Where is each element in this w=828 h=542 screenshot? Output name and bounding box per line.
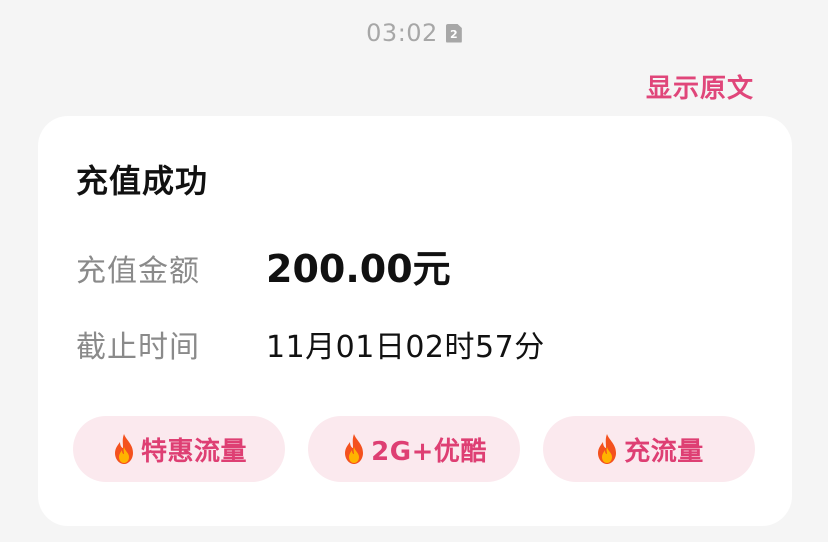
card-title: 充值成功 — [76, 162, 209, 200]
action-label: 特惠流量 — [140, 436, 247, 467]
sim-slot-number: 2 — [450, 27, 458, 41]
show-original-link[interactable]: 显示原文 — [646, 68, 754, 105]
action-button-recharge-data[interactable]: 充流量 — [543, 416, 755, 482]
action-label: 充流量 — [624, 436, 704, 467]
recharge-card: 充值成功 充值金额 200.00元 截止时间 11月01日02时57分 特惠流量… — [38, 116, 792, 526]
amount-value: 200.00元 — [266, 247, 451, 291]
fire-icon — [598, 434, 617, 464]
deadline-value: 11月01日02时57分 — [266, 330, 545, 365]
message-timestamp: 03:02 2 — [0, 16, 828, 50]
action-label: 2G+优酷 — [371, 436, 487, 467]
fire-icon — [345, 434, 364, 464]
action-button-2g-youku[interactable]: 2G+优酷 — [308, 416, 520, 482]
amount-label: 充值金额 — [76, 254, 200, 289]
timestamp-text: 03:02 — [366, 19, 438, 47]
action-button-discount-data[interactable]: 特惠流量 — [73, 416, 285, 482]
sim-card-icon: 2 — [445, 23, 462, 43]
deadline-label: 截止时间 — [76, 330, 200, 365]
fire-icon — [114, 434, 133, 464]
